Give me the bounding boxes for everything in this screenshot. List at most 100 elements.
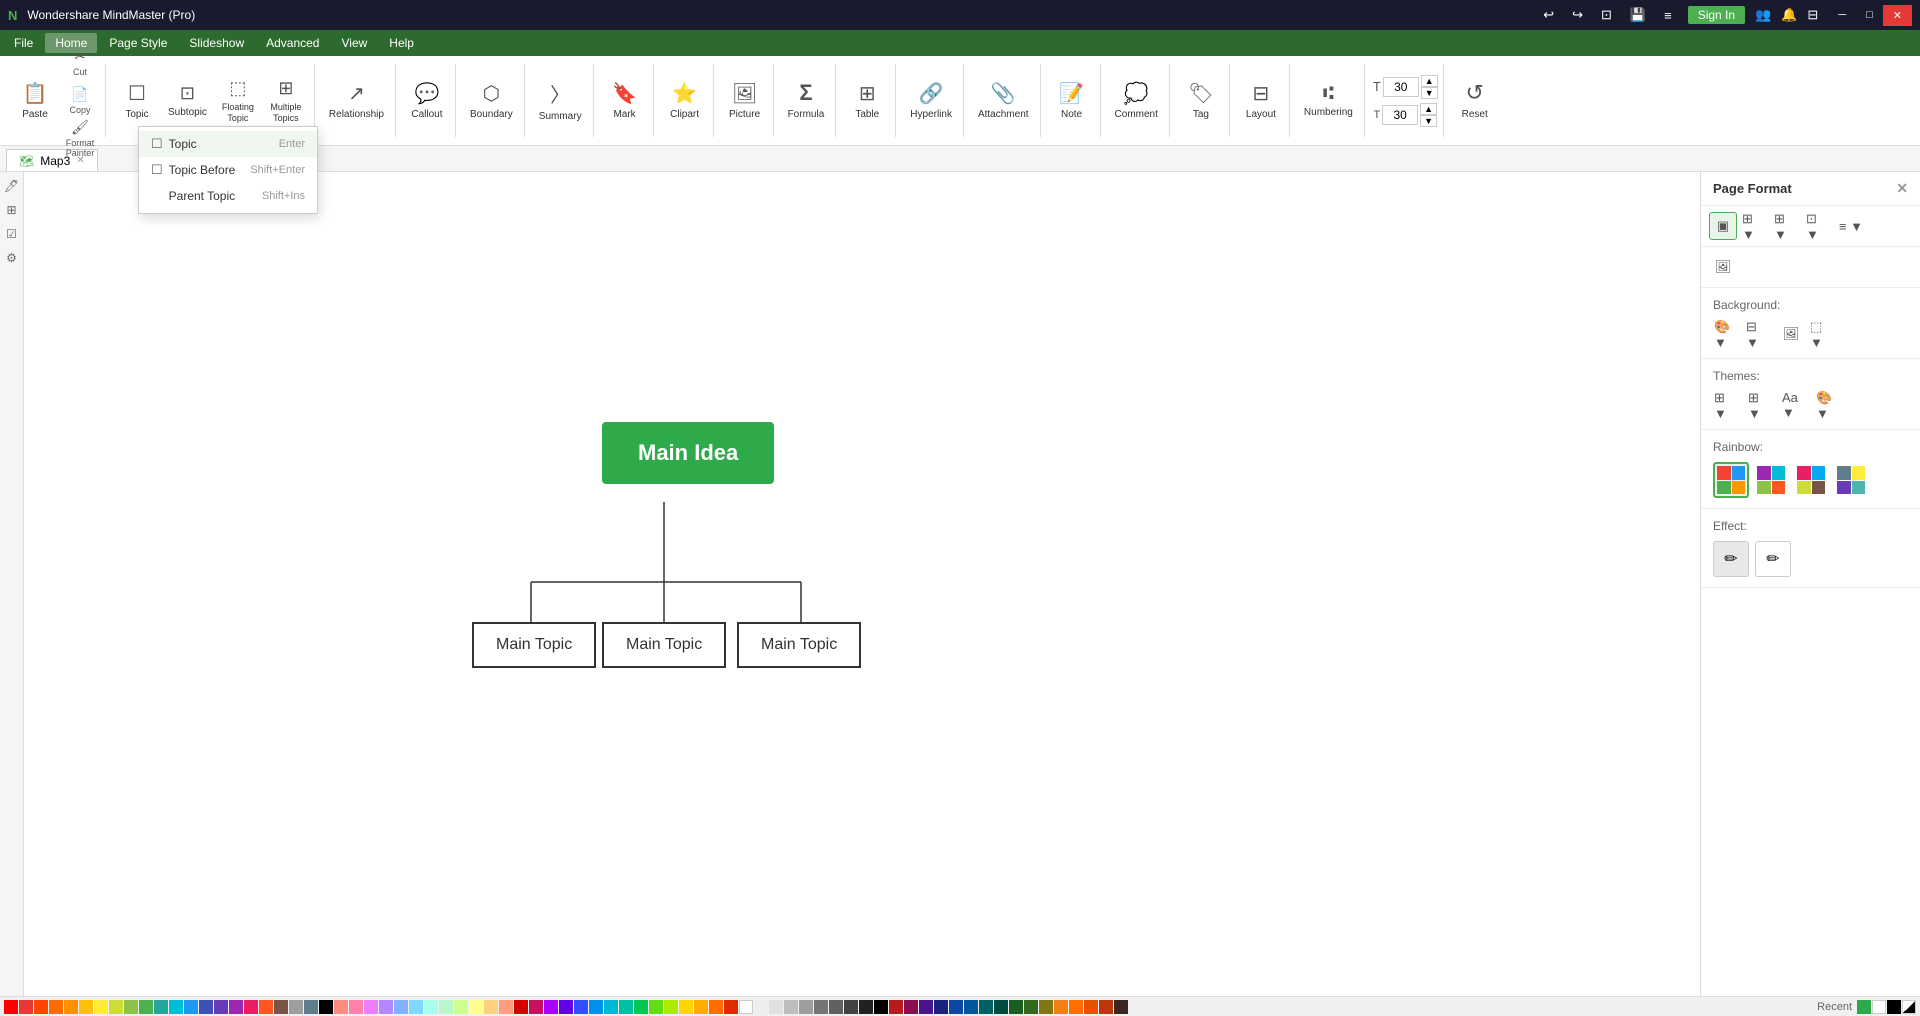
color-grey-800[interactable] [844, 1000, 858, 1014]
color-deep-purple-100[interactable] [379, 1000, 393, 1014]
rainbow-option-1[interactable] [1713, 462, 1749, 498]
color-orange-red[interactable] [34, 1000, 48, 1014]
dropdown-topic-before-item[interactable]: ☐ Topic Before Shift+Enter [139, 157, 317, 183]
color-yellow-a700[interactable] [664, 1000, 678, 1014]
theme-font-btn[interactable]: Aa ▼ [1781, 391, 1809, 419]
color-grey-700[interactable] [829, 1000, 843, 1014]
minimize-button[interactable]: ─ [1828, 5, 1856, 26]
sidebar-icon-4[interactable]: ⚙ [2, 248, 22, 268]
color-y900[interactable] [1054, 1000, 1068, 1014]
color-indigo-a700[interactable] [574, 1000, 588, 1014]
formula-button[interactable]: Σ Formula [782, 63, 831, 138]
reset-button[interactable]: ↺ Reset [1452, 63, 1498, 138]
recent-color-3[interactable] [1887, 1000, 1901, 1014]
color-yellow-accent-100[interactable] [469, 1000, 483, 1014]
color-cyan-a700[interactable] [604, 1000, 618, 1014]
recent-color-2[interactable] [1872, 1000, 1886, 1014]
menu-page-style[interactable]: Page Style [99, 33, 177, 53]
color-blue[interactable] [184, 1000, 198, 1014]
panel-bg-extra-tool[interactable]: ⬚ ▼ [1809, 320, 1837, 348]
color-dp-a700[interactable] [559, 1000, 573, 1014]
theme-color-btn[interactable]: 🎨 ▼ [1815, 391, 1843, 419]
effect-btn-1[interactable]: ✏ [1713, 541, 1749, 577]
layout-button[interactable]: ⊟ Layout [1238, 63, 1284, 138]
color-purple[interactable] [229, 1000, 243, 1014]
clipart-button[interactable]: ⭐ Clipart [662, 63, 708, 138]
color-lime-accent-100[interactable] [454, 1000, 468, 1014]
comment-button[interactable]: 💭 Comment [1109, 63, 1164, 138]
boundary-button[interactable]: ⬡ Boundary [464, 63, 519, 138]
color-c900[interactable] [979, 1000, 993, 1014]
color-brown[interactable] [274, 1000, 288, 1014]
color-light-green[interactable] [124, 1000, 138, 1014]
new-window-button[interactable]: ⊡ [1595, 5, 1618, 25]
recent-color-1[interactable] [1857, 1000, 1871, 1014]
color-red-a700[interactable] [514, 1000, 528, 1014]
note-button[interactable]: 📝 Note [1049, 63, 1095, 138]
color-p900[interactable] [904, 1000, 918, 1014]
color-grey-500[interactable] [799, 1000, 813, 1014]
menu-slideshow[interactable]: Slideshow [179, 33, 254, 53]
color-deep-orange-a700[interactable] [709, 1000, 723, 1014]
color-pink-accent-100[interactable] [349, 1000, 363, 1014]
color-grey-900[interactable] [859, 1000, 873, 1014]
main-topic-1[interactable]: Main Topic [472, 622, 596, 668]
maximize-button[interactable]: □ [1856, 5, 1883, 26]
color-purple-a700[interactable] [544, 1000, 558, 1014]
picture-button[interactable]: 🖼 Picture [722, 63, 768, 138]
menu-file[interactable]: File [4, 33, 43, 53]
color-green[interactable] [139, 1000, 153, 1014]
callout-button[interactable]: 💬 Callout [404, 63, 450, 138]
theme-layout-btn[interactable]: ⊞ ▼ [1747, 391, 1775, 419]
dropdown-topic-item[interactable]: ☐ Topic Enter [139, 131, 317, 157]
expand-button[interactable]: ⊟ [1807, 7, 1818, 23]
color-orange[interactable] [64, 1000, 78, 1014]
color-lime[interactable] [109, 1000, 123, 1014]
color-green-a700[interactable] [634, 1000, 648, 1014]
panel-align-tool[interactable]: ⊞ ▼ [1773, 212, 1801, 240]
right-panel-close[interactable]: ✕ [1896, 180, 1908, 197]
color-teal-a700[interactable] [619, 1000, 633, 1014]
close-button[interactable]: ✕ [1883, 5, 1912, 26]
signin-button[interactable]: Sign In [1688, 6, 1745, 24]
color-deep-orange[interactable] [49, 1000, 63, 1014]
color-orange-a700[interactable] [694, 1000, 708, 1014]
color-lime900[interactable] [1039, 1000, 1053, 1014]
panel-fit-tool[interactable]: ⊡ ▼ [1805, 212, 1833, 240]
numbering-button[interactable]: ⑆ Numbering [1298, 63, 1359, 138]
panel-bg-color-tool[interactable]: 🎨 ▼ [1713, 320, 1741, 348]
panel-image-tool[interactable]: 🖼 [1709, 253, 1737, 281]
color-grey-100[interactable] [754, 1000, 768, 1014]
color-blue-a700[interactable] [589, 1000, 603, 1014]
color-r900[interactable] [889, 1000, 903, 1014]
attachment-button[interactable]: 📎 Attachment [972, 63, 1035, 138]
font-size-input2[interactable] [1382, 105, 1418, 125]
panel-bg-gradient-tool[interactable]: ⊟ ▼ [1745, 320, 1773, 348]
color-t900[interactable] [994, 1000, 1008, 1014]
save-button[interactable]: 💾 [1624, 5, 1652, 25]
no-fill-color[interactable] [1902, 1000, 1916, 1014]
color-black2[interactable] [874, 1000, 888, 1014]
color-deep-orange2[interactable] [259, 1000, 273, 1014]
font-size-down[interactable]: ▼ [1421, 87, 1438, 99]
color-black[interactable] [319, 1000, 333, 1014]
color-yellow[interactable] [94, 1000, 108, 1014]
format-painter-button[interactable]: 🖌 FormatPainter [60, 121, 100, 157]
copy-button[interactable]: 📄 Copy [60, 83, 100, 119]
main-topic-3[interactable]: Main Topic [737, 622, 861, 668]
color-dark-red[interactable] [19, 1000, 33, 1014]
titlebar-controls[interactable]: ↩ ↪ ⊡ 💾 ≡ [1537, 5, 1678, 25]
panel-select-tool[interactable]: ▣ [1709, 212, 1737, 240]
main-idea-node[interactable]: Main Idea [602, 422, 774, 484]
hyperlink-button[interactable]: 🔗 Hyperlink [904, 63, 958, 138]
color-cyan[interactable] [169, 1000, 183, 1014]
menu-view[interactable]: View [331, 33, 377, 53]
color-grey-600[interactable] [814, 1000, 828, 1014]
color-deep-purple[interactable] [214, 1000, 228, 1014]
color-white[interactable] [739, 1000, 753, 1014]
sidebar-icon-1[interactable]: 🖊 [2, 176, 22, 196]
panel-list-tool[interactable]: ≡ ▼ [1837, 212, 1865, 240]
undo-button[interactable]: ↩ [1537, 5, 1560, 25]
color-grey[interactable] [289, 1000, 303, 1014]
canvas[interactable]: Main Idea Main Topic Main Topic Main Top… [24, 172, 1700, 996]
